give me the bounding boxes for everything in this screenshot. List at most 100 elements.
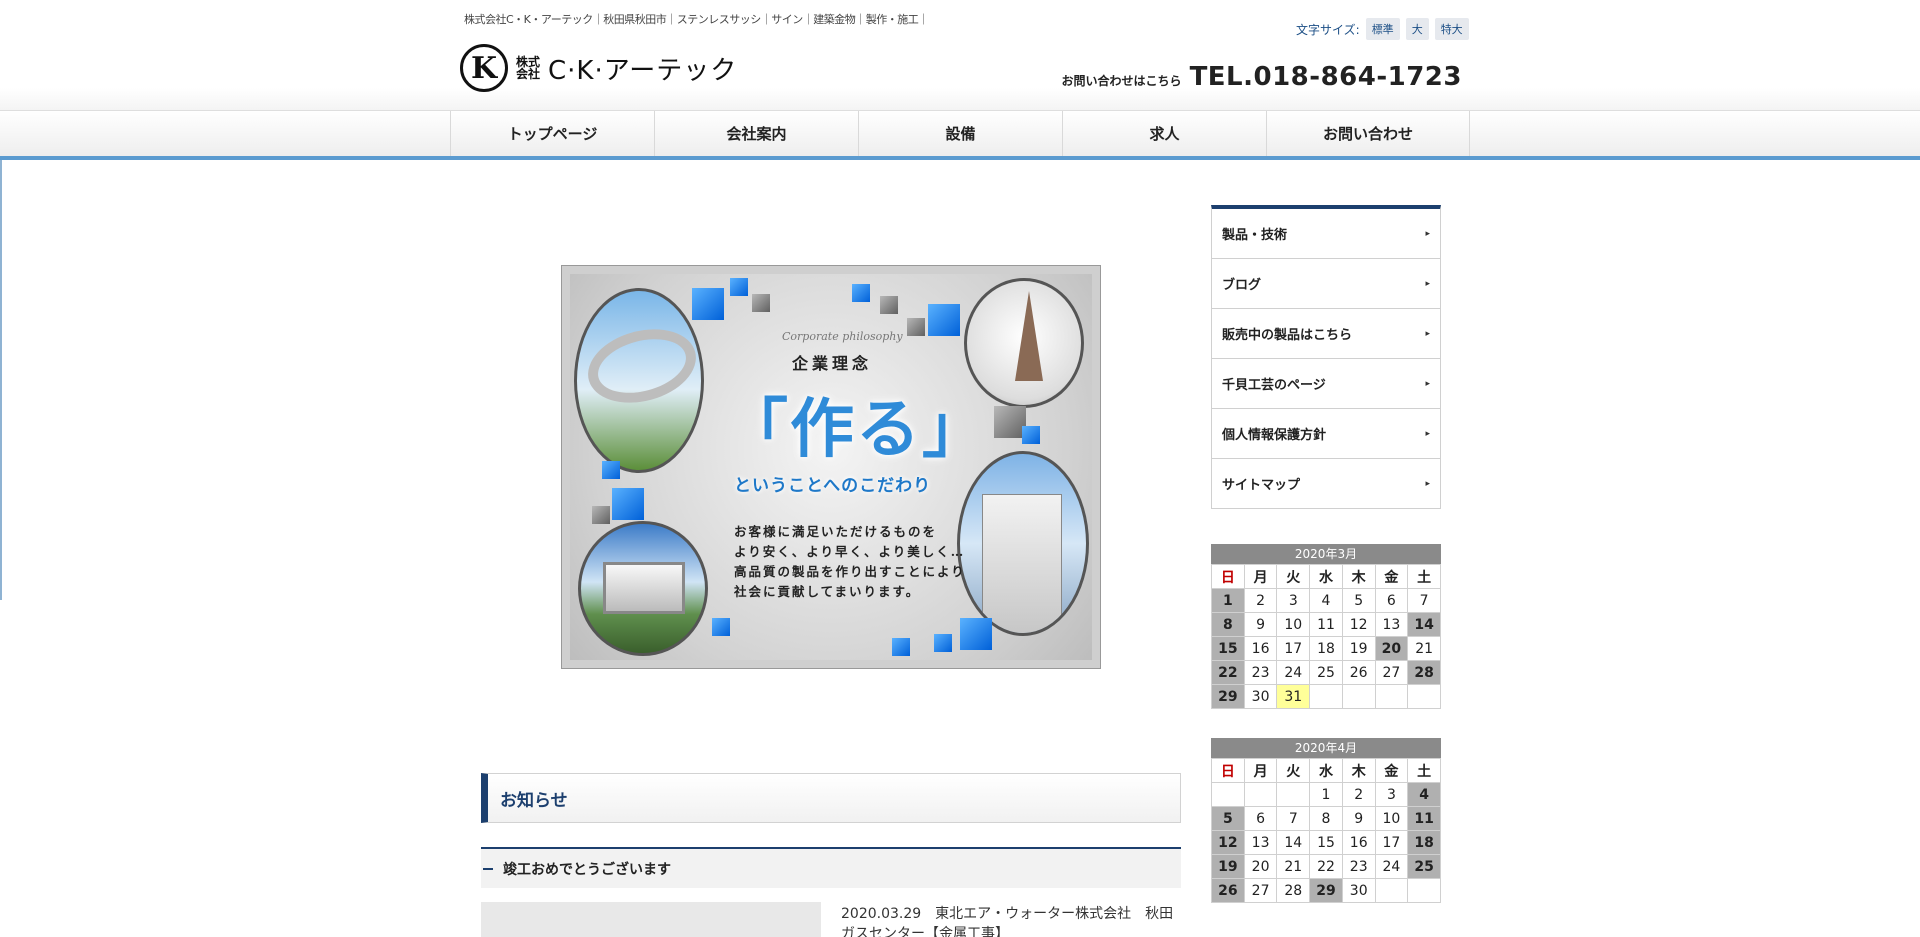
calendar-day: 29	[1211, 684, 1245, 709]
site-logo[interactable]: K 株式 会社 C·K·アーテック	[460, 44, 737, 92]
sidebar-item-shop[interactable]: 販売中の製品はこちら ▸	[1212, 309, 1440, 359]
calendar-day: 30	[1243, 684, 1278, 709]
calendar-day	[1243, 782, 1278, 807]
calendar-day: 30	[1341, 878, 1376, 903]
nav-item-recruit[interactable]: 求人	[1062, 111, 1266, 156]
banner-photo-monument	[574, 288, 704, 473]
calendar-day: 20	[1243, 854, 1278, 879]
banner-copy-line: お客様に満足いただけるものを	[734, 524, 938, 539]
calendar-day: 13	[1374, 612, 1409, 637]
cube-icon	[752, 294, 770, 312]
calendar-day: 18	[1309, 636, 1343, 661]
nav-item-contact[interactable]: お問い合わせ	[1266, 111, 1470, 156]
calendar-day: 23	[1243, 660, 1278, 685]
cube-icon	[934, 634, 952, 652]
calendar-day	[1211, 782, 1245, 807]
calendar-weekday: 金	[1374, 564, 1409, 589]
sidebar-item-label: 個人情報保護方針	[1222, 428, 1327, 443]
calendar-day: 5	[1211, 806, 1245, 831]
calendar-weekday: 日	[1211, 564, 1245, 589]
cube-icon	[602, 461, 620, 479]
calendar-weekday: 木	[1341, 564, 1376, 589]
news-subheading[interactable]: 竣工おめでとうございます	[481, 847, 1181, 888]
calendar-day: 24	[1374, 854, 1409, 879]
font-size-large-button[interactable]: 大	[1405, 18, 1429, 40]
banner-photo-signboard	[578, 521, 708, 656]
calendar-caption: 2020年3月	[1211, 544, 1441, 564]
logo-company-name: C·K·アーテック	[548, 55, 738, 86]
font-size-normal-button[interactable]: 標準	[1365, 18, 1400, 40]
news-subheading-text: 竣工おめでとうございます	[503, 861, 671, 878]
caret-right-icon: ▸	[1425, 428, 1430, 439]
calendar-day: 17	[1374, 830, 1409, 855]
calendar-day: 17	[1276, 636, 1311, 661]
contact-phone[interactable]: TEL.018-864-1723	[1190, 62, 1462, 92]
calendar-day: 13	[1243, 830, 1278, 855]
nav-item-company[interactable]: 会社案内	[654, 111, 858, 156]
cube-icon	[880, 296, 898, 314]
calendar-day: 12	[1341, 612, 1376, 637]
banner-copy-line: より安く、より早く、より美しく…	[734, 544, 966, 559]
sidebar-item-chigai[interactable]: 千貝工芸のページ ▸	[1212, 359, 1440, 409]
calendar-weekday: 日	[1211, 758, 1245, 783]
caret-right-icon: ▸	[1425, 228, 1430, 239]
cube-icon	[1022, 426, 1040, 444]
sidebar-item-blog[interactable]: ブログ ▸	[1212, 259, 1440, 309]
cube-icon	[712, 618, 730, 636]
calendar-day: 1	[1309, 782, 1343, 807]
nav-item-top[interactable]: トップページ	[450, 111, 654, 156]
calendar-day	[1407, 684, 1441, 709]
calendar-april: 2020年4月日月火水木金土 1 2 3 4 5 6 7 8 9 10 11 12 13 14 15 16 17 1…	[1211, 738, 1441, 903]
banner-subtitle: Corporate philosophy	[782, 330, 903, 343]
calendar-day: 2	[1243, 588, 1278, 613]
calendar-weekday: 月	[1243, 758, 1278, 783]
calendar-day: 16	[1243, 636, 1278, 661]
news-thumbnail[interactable]	[481, 902, 821, 937]
calendar-day: 19	[1211, 854, 1245, 879]
banner-copy-line: 社会に貢献してまいります。	[734, 584, 921, 599]
caret-right-icon: ▸	[1425, 328, 1430, 339]
calendar-day: 31	[1276, 684, 1311, 709]
font-size-label: 文字サイズ:	[1296, 22, 1360, 37]
cube-icon	[852, 284, 870, 302]
calendar-day: 29	[1309, 878, 1343, 903]
calendar-day: 15	[1309, 830, 1343, 855]
sidebar-item-products[interactable]: 製品・技術 ▸	[1212, 209, 1440, 259]
sidebar-item-label: 販売中の製品はこちら	[1222, 328, 1353, 343]
sidebar-item-privacy[interactable]: 個人情報保護方針 ▸	[1212, 409, 1440, 459]
font-size-xlarge-button[interactable]: 特大	[1434, 18, 1469, 40]
calendar-day: 2	[1341, 782, 1376, 807]
banner-photo-information-sign	[957, 451, 1089, 636]
calendar-day: 3	[1276, 588, 1311, 613]
calendar-day: 10	[1276, 612, 1311, 637]
cube-icon	[692, 288, 724, 320]
sidebar-item-label: サイトマップ	[1222, 478, 1301, 493]
sidebar-item-sitemap[interactable]: サイトマップ ▸	[1212, 459, 1440, 509]
calendar-day: 26	[1211, 878, 1245, 903]
calendar-weekday: 土	[1407, 564, 1441, 589]
calendar-day: 14	[1276, 830, 1311, 855]
banner-title: 企業理念	[792, 354, 873, 373]
calendar-day: 28	[1276, 878, 1311, 903]
calendar-day: 9	[1243, 612, 1278, 637]
calendar-day: 21	[1276, 854, 1311, 879]
logo-mark-icon: K	[460, 44, 508, 92]
cube-icon	[892, 638, 910, 656]
calendar-day: 8	[1211, 612, 1245, 637]
banner-body-copy: お客様に満足いただけるものを より安く、より早く、より美しく… 高品質の製品を作…	[734, 522, 966, 602]
calendar-day: 5	[1341, 588, 1376, 613]
calendar-day: 22	[1309, 854, 1343, 879]
calendar-day: 9	[1341, 806, 1376, 831]
caret-right-icon: ▸	[1425, 478, 1430, 489]
news-item-text[interactable]: 2020.03.29 東北エア・ウォーター株式会社 秋田ガスセンター【金属工事】	[841, 904, 1181, 937]
calendar-day: 7	[1276, 806, 1311, 831]
calendar-weekday: 水	[1309, 758, 1343, 783]
nav-item-equipment[interactable]: 設備	[858, 111, 1062, 156]
calendar-day: 8	[1309, 806, 1343, 831]
sidebar-menu: 製品・技術 ▸ ブログ ▸ 販売中の製品はこちら ▸ 千貝工芸のページ ▸ 個人情報保護…	[1211, 205, 1441, 509]
banner-main-copy: 「作る」	[724, 392, 988, 467]
calendar-day: 15	[1211, 636, 1245, 661]
global-nav: トップページ 会社案内 設備 求人 お問い合わせ	[0, 110, 1920, 160]
calendar-weekday: 木	[1341, 758, 1376, 783]
cube-icon	[928, 304, 960, 336]
